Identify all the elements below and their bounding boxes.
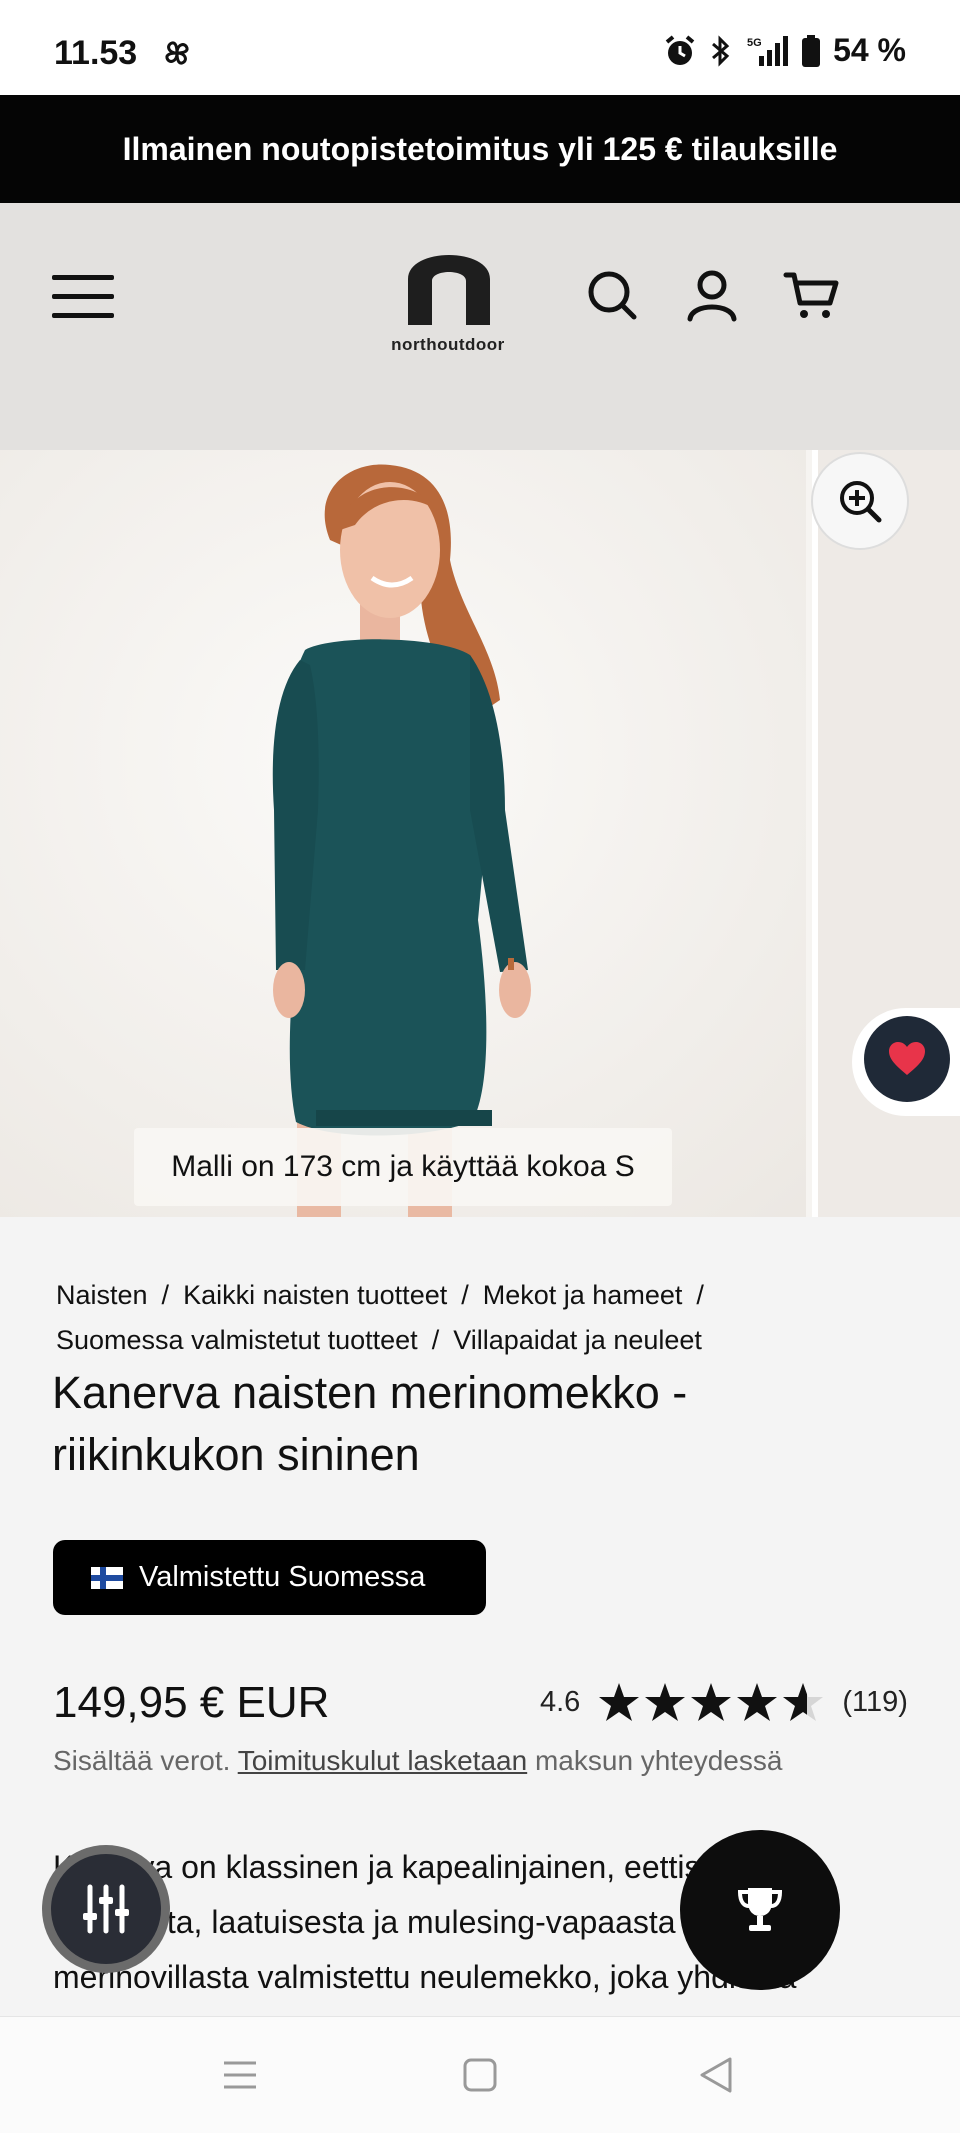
zoom-button[interactable] <box>811 452 909 550</box>
svg-text:5G: 5G <box>747 37 762 49</box>
star-icon <box>691 1683 732 1721</box>
rewards-button[interactable] <box>680 1830 840 1990</box>
product-price: 149,95 € EUR <box>53 1678 330 1727</box>
battery-icon <box>802 34 821 67</box>
rating-score: 4.6 <box>540 1685 581 1718</box>
trophy-icon <box>737 1888 783 1931</box>
recents-icon[interactable] <box>220 2055 260 2095</box>
promo-text: Ilmainen noutopistetoimitus yli 125 € ti… <box>122 130 838 167</box>
rating-count: (119) <box>842 1685 908 1718</box>
product-photo[interactable] <box>0 450 806 1217</box>
star-icon <box>599 1683 640 1721</box>
breadcrumb-link[interactable]: Villapaidat ja neuleet <box>453 1325 702 1355</box>
system-nav-bar <box>0 2016 960 2133</box>
shipping-info-link[interactable]: Toimituskulut lasketaan <box>238 1745 527 1776</box>
breadcrumb-link[interactable]: Suomessa valmistetut tuotteet <box>56 1325 418 1355</box>
filter-button[interactable] <box>42 1845 170 1973</box>
bluetooth-icon <box>712 34 730 67</box>
breadcrumb-link[interactable]: Naisten <box>56 1280 148 1310</box>
star-half-icon <box>783 1683 824 1721</box>
model-size-caption: Malli on 173 cm ja käyttää kokoa S <box>134 1128 672 1206</box>
promo-banner[interactable]: Ilmainen noutopistetoimitus yli 125 € ti… <box>0 95 960 203</box>
breadcrumb: Naisten / Kaikki naisten tuotteet / Mekot ja… <box>56 1280 704 1355</box>
status-bar: 11.53 5G 54 % <box>0 0 960 95</box>
pinwheel-icon <box>165 41 189 65</box>
alarm-icon <box>665 34 695 65</box>
cart-icon[interactable] <box>782 265 842 325</box>
logo-text: northoutdoor <box>391 335 505 354</box>
star-icon <box>645 1683 686 1721</box>
status-time: 11.53 <box>54 34 138 72</box>
search-icon[interactable] <box>582 265 642 325</box>
breadcrumb-link[interactable]: Mekot ja hameet <box>483 1280 683 1310</box>
wishlist-button[interactable] <box>864 1016 950 1102</box>
filter-sliders-icon <box>83 1884 129 1934</box>
zoom-in-icon <box>840 481 882 523</box>
menu-icon[interactable] <box>52 275 114 323</box>
account-icon[interactable] <box>682 265 742 325</box>
battery-percent: 54 % <box>833 32 906 68</box>
back-icon[interactable] <box>696 2055 736 2095</box>
tax-note: Sisältää verot. Toimituskulut lasketaan … <box>53 1745 783 1776</box>
product-title: Kanerva naisten merinomekko - riikinkuko… <box>52 1367 688 1480</box>
rating[interactable]: 4.6 (119) <box>540 1682 908 1722</box>
finland-flag-icon <box>91 1566 123 1589</box>
made-in-finland-badge: Valmistettu Suomessa <box>53 1540 486 1615</box>
heart-icon <box>889 1042 925 1075</box>
site-header: northoutdoor <box>0 203 960 450</box>
status-icons: 5G 54 % <box>663 32 906 69</box>
star-icon <box>737 1683 778 1721</box>
breadcrumb-link[interactable]: Kaikki naisten tuotteet <box>183 1280 447 1310</box>
product-gallery[interactable] <box>0 450 960 1217</box>
home-icon[interactable] <box>460 2055 500 2095</box>
signal-icon: 5G <box>747 35 789 66</box>
